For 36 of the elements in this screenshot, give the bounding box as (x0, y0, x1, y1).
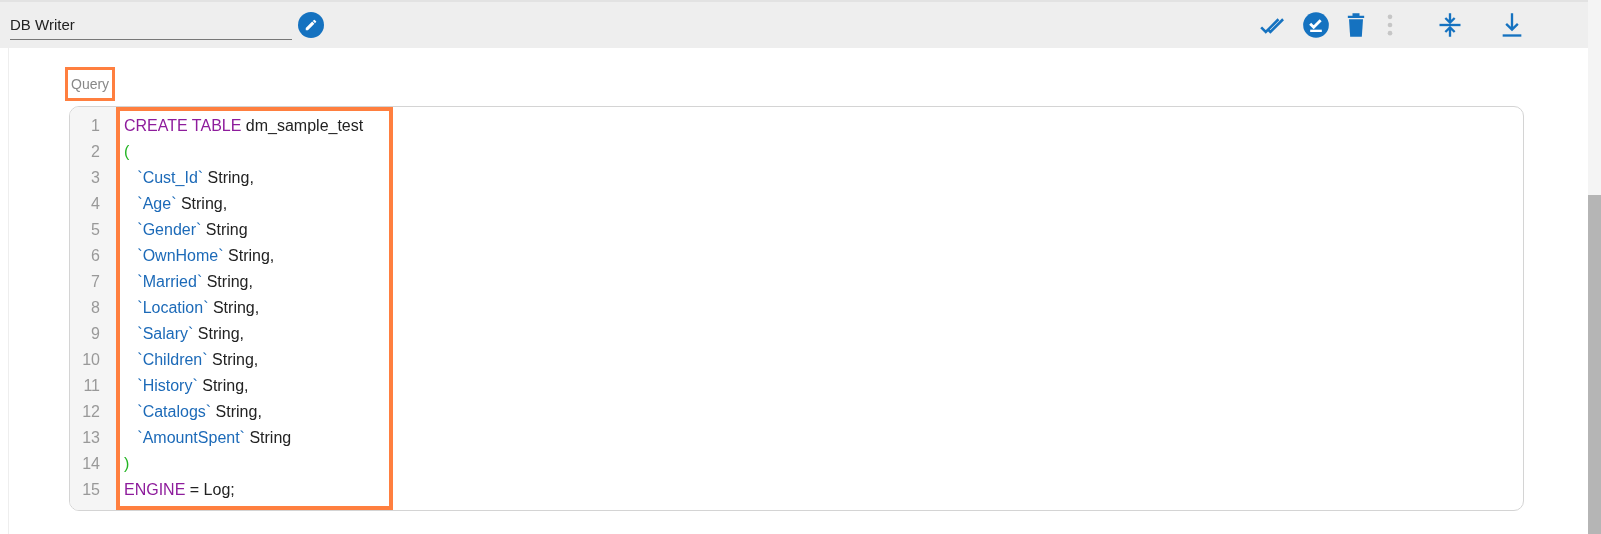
title-field[interactable]: DB Writer (10, 10, 292, 40)
code-line: `Location` String, (136, 298, 260, 318)
check-circle-icon[interactable] (1302, 11, 1330, 39)
line-number: 15 (82, 480, 100, 500)
code-line: ENGINE = Log; (124, 480, 235, 500)
code-line: `Salary` String, (136, 324, 245, 344)
code-line: `Catalogs` String, (136, 402, 262, 422)
line-number: 3 (91, 168, 100, 188)
query-label: Query (71, 76, 110, 92)
code-line: `Married` String, (136, 272, 253, 292)
code-line: `Gender` String (136, 220, 248, 240)
line-number: 5 (91, 220, 100, 240)
line-number: 11 (83, 376, 100, 396)
line-number: 7 (91, 272, 100, 292)
line-number: 14 (82, 454, 100, 474)
code-line: `History` String, (136, 376, 249, 396)
line-number: 8 (91, 298, 100, 318)
code-line: `AmountSpent` String (136, 428, 292, 448)
scrollbar[interactable] (1588, 0, 1601, 534)
line-number: 1 (91, 116, 100, 136)
edit-button[interactable] (298, 12, 324, 38)
line-number: 2 (91, 142, 100, 162)
code-line: `Age` String, (136, 194, 228, 214)
code-line: `Cust_Id` String, (136, 168, 254, 188)
code-line: ( (124, 142, 130, 162)
code-line: `OwnHome` String, (136, 246, 275, 266)
line-number: 9 (91, 324, 100, 344)
line-number: 6 (91, 246, 100, 266)
line-number: 10 (82, 350, 100, 370)
code-line: ) (124, 454, 130, 474)
code-line: CREATE TABLE dm_sample_test (124, 116, 364, 136)
pencil-icon (304, 18, 318, 32)
line-number: 13 (82, 428, 100, 448)
line-number: 4 (91, 194, 100, 214)
line-number: 12 (82, 402, 100, 422)
code-line: `Children` String, (136, 350, 259, 370)
